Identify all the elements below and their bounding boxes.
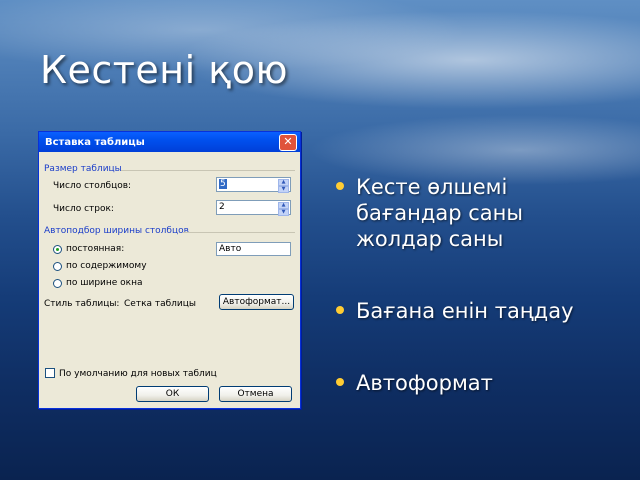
chevron-up-icon[interactable]: ▲: [278, 202, 289, 209]
radio-fixed[interactable]: [53, 245, 62, 254]
rows-value: 2: [219, 202, 225, 212]
bullet-dot-icon: [336, 182, 344, 190]
group-divider: [183, 232, 295, 233]
bullet-dot-icon: [336, 378, 344, 386]
slide-title: Кестені қою: [40, 48, 288, 92]
bullet-text: Автоформат: [356, 371, 493, 395]
fixed-width-select[interactable]: Авто: [216, 242, 291, 256]
bullet-text: Бағана енін таңдау: [356, 299, 574, 323]
chevron-down-icon[interactable]: ▼: [278, 209, 289, 216]
columns-value: 5: [219, 179, 227, 189]
columns-stepper[interactable]: 5 ▲ ▼: [216, 177, 291, 193]
style-value: Сетка таблицы: [124, 299, 197, 309]
dialog-titlebar[interactable]: Вставка таблицы ✕: [39, 132, 300, 152]
radio-fixed-label[interactable]: постоянная:: [66, 244, 124, 254]
spin-arrows[interactable]: ▲ ▼: [278, 202, 289, 216]
radio-content-label[interactable]: по содержимому: [66, 261, 147, 271]
bullet-item: Кесте өлшемі бағандар саны жолдар саны: [336, 174, 626, 252]
group-divider: [121, 170, 295, 171]
radio-window[interactable]: [53, 279, 62, 288]
radio-content[interactable]: [53, 262, 62, 271]
columns-label: Число столбцов:: [53, 181, 132, 191]
bullet-item: Бағана енін таңдау: [336, 298, 626, 324]
autofit-group-title: Автоподбор ширины столбцов: [44, 226, 189, 236]
size-group-title: Размер таблицы: [44, 164, 122, 174]
chevron-down-icon[interactable]: ▼: [278, 186, 289, 193]
dialog-title: Вставка таблицы: [45, 136, 145, 148]
autoformat-button[interactable]: Автоформат...: [219, 294, 294, 310]
bullet-text: Кесте өлшемі: [356, 175, 508, 199]
chevron-up-icon[interactable]: ▲: [278, 179, 289, 186]
bullet-item: Автоформат: [336, 370, 626, 396]
fixed-width-value: Авто: [219, 244, 242, 254]
default-checkbox[interactable]: [45, 368, 55, 378]
radio-window-label[interactable]: по ширине окна: [66, 278, 143, 288]
spin-arrows[interactable]: ▲ ▼: [278, 179, 289, 193]
insert-table-dialog: Вставка таблицы ✕ Размер таблицы Число с…: [38, 131, 301, 409]
rows-stepper[interactable]: 2 ▲ ▼: [216, 200, 291, 216]
default-checkbox-label[interactable]: По умолчанию для новых таблиц: [59, 369, 217, 379]
bullet-list: Кесте өлшемі бағандар саны жолдар саны Б…: [336, 174, 626, 426]
style-label: Стиль таблицы:: [44, 299, 120, 309]
bullet-dot-icon: [336, 306, 344, 314]
close-button[interactable]: ✕: [279, 133, 297, 151]
bullet-text: жолдар саны: [356, 227, 504, 251]
ok-button[interactable]: ОК: [136, 386, 209, 402]
rows-label: Число строк:: [53, 204, 114, 214]
bullet-text: бағандар саны: [356, 201, 523, 225]
cancel-button[interactable]: Отмена: [219, 386, 292, 402]
